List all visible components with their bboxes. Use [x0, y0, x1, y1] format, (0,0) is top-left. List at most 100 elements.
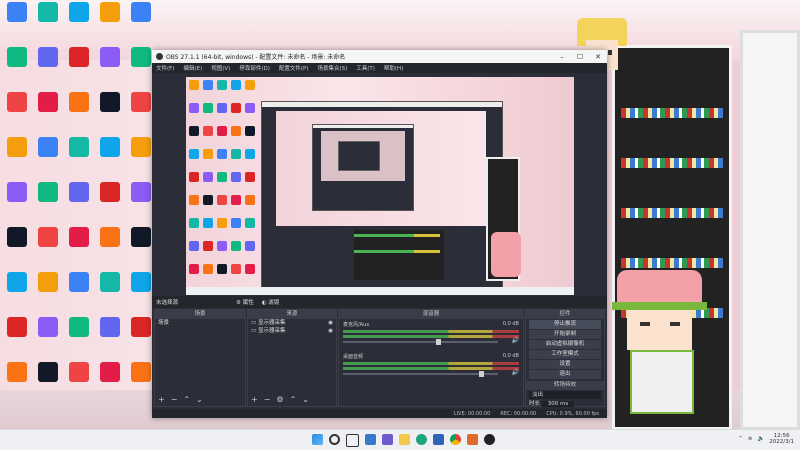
source-settings-icon[interactable]: ⚙ — [276, 395, 283, 404]
search-icon[interactable] — [329, 434, 340, 445]
eye-icon[interactable]: ◉ — [328, 319, 333, 327]
desktop-icon[interactable] — [64, 362, 94, 382]
chat-icon[interactable] — [382, 434, 393, 445]
studio-mode-button[interactable]: 工作室模式 — [529, 350, 601, 359]
add-source-button[interactable]: + — [251, 395, 258, 404]
start-button-icon[interactable] — [312, 434, 323, 445]
desktop-icon[interactable] — [95, 2, 125, 22]
move-down-button[interactable]: ⌄ — [196, 395, 203, 404]
properties-button[interactable]: ⚙ 属性 — [236, 298, 254, 306]
desktop-icon[interactable] — [2, 47, 32, 67]
desktop-icon[interactable] — [64, 92, 94, 112]
app-icon[interactable] — [467, 434, 478, 445]
desktop-icon[interactable] — [33, 47, 63, 67]
maximize-button[interactable]: ☐ — [571, 53, 589, 61]
slider-knob[interactable] — [435, 339, 441, 345]
settings-button[interactable]: 设置 — [529, 360, 601, 369]
desktop-icon[interactable] — [33, 317, 63, 337]
app-icon — [100, 47, 120, 67]
eye-icon[interactable]: ◉ — [328, 327, 333, 335]
desktop-icon[interactable] — [33, 137, 63, 157]
desktop-icon[interactable] — [33, 362, 63, 382]
chevron-up-icon[interactable]: ⌃ — [738, 436, 743, 442]
speaker-icon[interactable]: 🔊 — [512, 337, 519, 344]
desktop-icon[interactable] — [64, 47, 94, 67]
menu-edit[interactable]: 编辑(E) — [183, 64, 202, 72]
desktop-icon[interactable] — [2, 227, 32, 247]
desktop-icon[interactable] — [95, 317, 125, 337]
track-name: 桌面音频 — [343, 354, 364, 360]
desktop-icon[interactable] — [64, 317, 94, 337]
stop-streaming-button[interactable]: 停止推流 — [529, 320, 601, 329]
desktop-icon[interactable] — [2, 317, 32, 337]
exit-button[interactable]: 退出 — [529, 370, 601, 379]
desktop-icon[interactable] — [95, 227, 125, 247]
desktop-icon[interactable] — [95, 47, 125, 67]
start-virtual-camera-button[interactable]: 启动虚拟摄像机 — [529, 340, 601, 349]
desktop-icon[interactable] — [95, 182, 125, 202]
desktop-icon[interactable] — [64, 137, 94, 157]
transition-select[interactable]: 淡出 — [529, 391, 601, 399]
chrome-icon[interactable] — [450, 434, 461, 445]
store-icon[interactable] — [433, 434, 444, 445]
source-item[interactable]: ▭ 显示器采集 ◉ — [248, 327, 336, 335]
desktop-icon[interactable] — [33, 2, 63, 22]
desktop-icon[interactable] — [64, 182, 94, 202]
remove-source-button[interactable]: − — [264, 395, 271, 404]
menu-help[interactable]: 帮助(H) — [384, 64, 403, 72]
menu-docks[interactable]: 停靠部件(D) — [239, 64, 270, 72]
menu-view[interactable]: 视图(V) — [211, 64, 230, 72]
volume-slider[interactable] — [343, 371, 498, 377]
desktop-icon[interactable] — [2, 362, 32, 382]
desktop-icon[interactable] — [64, 272, 94, 292]
desktop-icon[interactable] — [95, 92, 125, 112]
widgets-icon[interactable] — [365, 434, 376, 445]
close-button[interactable]: ✕ — [589, 53, 607, 61]
scene-item[interactable]: 场景 — [155, 319, 245, 327]
desktop-icon[interactable] — [64, 2, 94, 22]
desktop-icon[interactable] — [2, 182, 32, 202]
minimize-button[interactable]: – — [553, 53, 571, 61]
desktop-icon[interactable] — [95, 362, 125, 382]
desktop-icon[interactable] — [33, 182, 63, 202]
source-item[interactable]: ▭ 显示器采集 ◉ — [248, 319, 336, 327]
wifi-icon[interactable]: ≋ — [748, 436, 753, 442]
move-up-button[interactable]: ⌃ — [290, 395, 297, 404]
menu-profile[interactable]: 配置文件(P) — [279, 64, 309, 72]
remove-scene-button[interactable]: − — [171, 395, 178, 404]
move-down-button[interactable]: ⌄ — [302, 395, 309, 404]
task-view-icon[interactable] — [346, 434, 359, 447]
move-up-button[interactable]: ⌃ — [183, 395, 190, 404]
desktop-icon[interactable] — [2, 272, 32, 292]
desktop-icon[interactable] — [33, 92, 63, 112]
duration-input[interactable]: 300 ms — [541, 401, 575, 407]
desktop-icon[interactable] — [2, 2, 32, 22]
volume-slider[interactable] — [343, 339, 498, 345]
preview-canvas[interactable] — [186, 77, 574, 295]
filters-button[interactable]: ◐ 滤镜 — [262, 298, 280, 306]
menu-tools[interactable]: 工具(T) — [356, 64, 375, 72]
speaker-icon[interactable]: 🔊 — [512, 369, 519, 376]
obs-window[interactable]: OBS 27.1.1 (64-bit, windows) - 配置文件: 未命名… — [152, 50, 607, 418]
desktop-icon[interactable] — [95, 272, 125, 292]
volume-icon[interactable]: 🔈 — [757, 436, 764, 442]
menu-file[interactable]: 文件(F) — [156, 64, 174, 72]
start-recording-button[interactable]: 开始录制 — [529, 330, 601, 339]
gear-icon: ⚙ — [236, 300, 241, 306]
desktop-icon[interactable] — [95, 137, 125, 157]
obs-titlebar[interactable]: OBS 27.1.1 (64-bit, windows) - 配置文件: 未命名… — [152, 50, 607, 63]
menu-scene-collection[interactable]: 场景集合(S) — [317, 64, 347, 72]
duration-label: 时长 — [529, 401, 541, 407]
edge-icon[interactable] — [416, 434, 427, 445]
desktop-icon[interactable] — [126, 2, 156, 22]
desktop-icon[interactable] — [64, 227, 94, 247]
obs-taskbar-icon[interactable] — [484, 434, 495, 445]
slider-knob[interactable] — [479, 371, 485, 377]
add-scene-button[interactable]: + — [158, 395, 165, 404]
desktop-icon[interactable] — [2, 137, 32, 157]
file-explorer-icon[interactable] — [399, 434, 410, 445]
clock[interactable]: 12:56 2022/3/1 — [769, 433, 794, 445]
desktop-icon[interactable] — [33, 272, 63, 292]
desktop-icon[interactable] — [2, 92, 32, 112]
desktop-icon[interactable] — [33, 227, 63, 247]
